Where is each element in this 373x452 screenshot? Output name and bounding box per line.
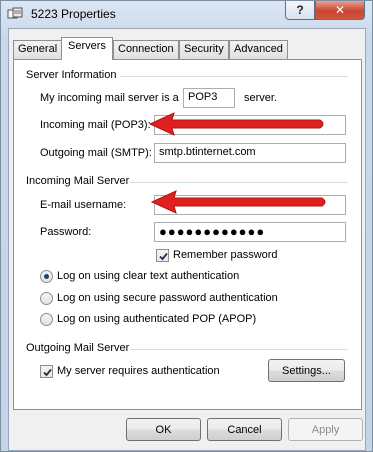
- auth-apop-label: Log on using authenticated POP (APOP): [57, 313, 257, 325]
- requires-auth-checkbox[interactable]: [40, 365, 53, 378]
- server-info-group-label: Server Information: [26, 69, 117, 81]
- incoming-server-divider: [130, 182, 348, 183]
- auth-secure-password-radio[interactable]: [40, 292, 53, 305]
- incoming-server-type-suffix: server.: [244, 92, 278, 104]
- help-icon: ?: [296, 3, 304, 17]
- apply-button[interactable]: Apply: [288, 418, 363, 441]
- checkmark-icon: [43, 368, 52, 377]
- incoming-mail-label: Incoming mail (POP3):: [40, 119, 151, 131]
- requires-auth-label: My server requires authentication: [57, 365, 220, 377]
- server-info-divider: [120, 76, 348, 77]
- properties-dialog: 5223 Properties ? ✕ General Servers Conn…: [0, 0, 373, 452]
- mail-account-icon: [7, 7, 23, 21]
- email-username-label: E-mail username:: [40, 199, 127, 211]
- settings-button[interactable]: Settings...: [268, 359, 345, 382]
- checkmark-icon: [159, 252, 168, 261]
- incoming-server-group-label: Incoming Mail Server: [26, 175, 130, 187]
- incoming-server-type-prefix: My incoming mail server is a: [40, 92, 179, 104]
- tab-general[interactable]: General: [13, 40, 63, 59]
- auth-clear-text-label: Log on using clear text authentication: [57, 270, 240, 282]
- tab-servers[interactable]: Servers: [61, 37, 113, 60]
- incoming-server-type-field: POP3: [183, 88, 235, 108]
- remember-password-checkbox[interactable]: [156, 249, 169, 262]
- outgoing-server-divider: [130, 349, 348, 350]
- window-title: 5223 Properties: [31, 7, 116, 21]
- auth-apop-radio[interactable]: [40, 313, 53, 326]
- close-icon: ✕: [334, 3, 346, 17]
- title-bar[interactable]: 5223 Properties ? ✕: [1, 1, 372, 29]
- close-button[interactable]: ✕: [315, 1, 365, 20]
- auth-secure-password-label: Log on using secure password authenticat…: [57, 292, 278, 304]
- tab-connection[interactable]: Connection: [113, 40, 179, 59]
- tab-advanced[interactable]: Advanced: [229, 40, 288, 59]
- cancel-button[interactable]: Cancel: [207, 418, 282, 441]
- annotation-arrow-username: [150, 190, 326, 214]
- password-field[interactable]: ●●●●●●●●●●●●: [154, 222, 346, 242]
- tab-security[interactable]: Security: [179, 40, 229, 59]
- annotation-arrow-incoming: [148, 112, 324, 136]
- auth-clear-text-radio[interactable]: [40, 270, 53, 283]
- help-button[interactable]: ?: [285, 1, 315, 20]
- outgoing-mail-field[interactable]: smtp.btinternet.com: [154, 143, 346, 163]
- password-label: Password:: [40, 226, 92, 238]
- remember-password-label: Remember password: [173, 249, 278, 261]
- outgoing-server-group-label: Outgoing Mail Server: [26, 342, 130, 354]
- outgoing-mail-label: Outgoing mail (SMTP):: [40, 147, 152, 159]
- dialog-client-area: General Servers Connection Security Adva…: [8, 28, 366, 451]
- ok-button[interactable]: OK: [126, 418, 201, 441]
